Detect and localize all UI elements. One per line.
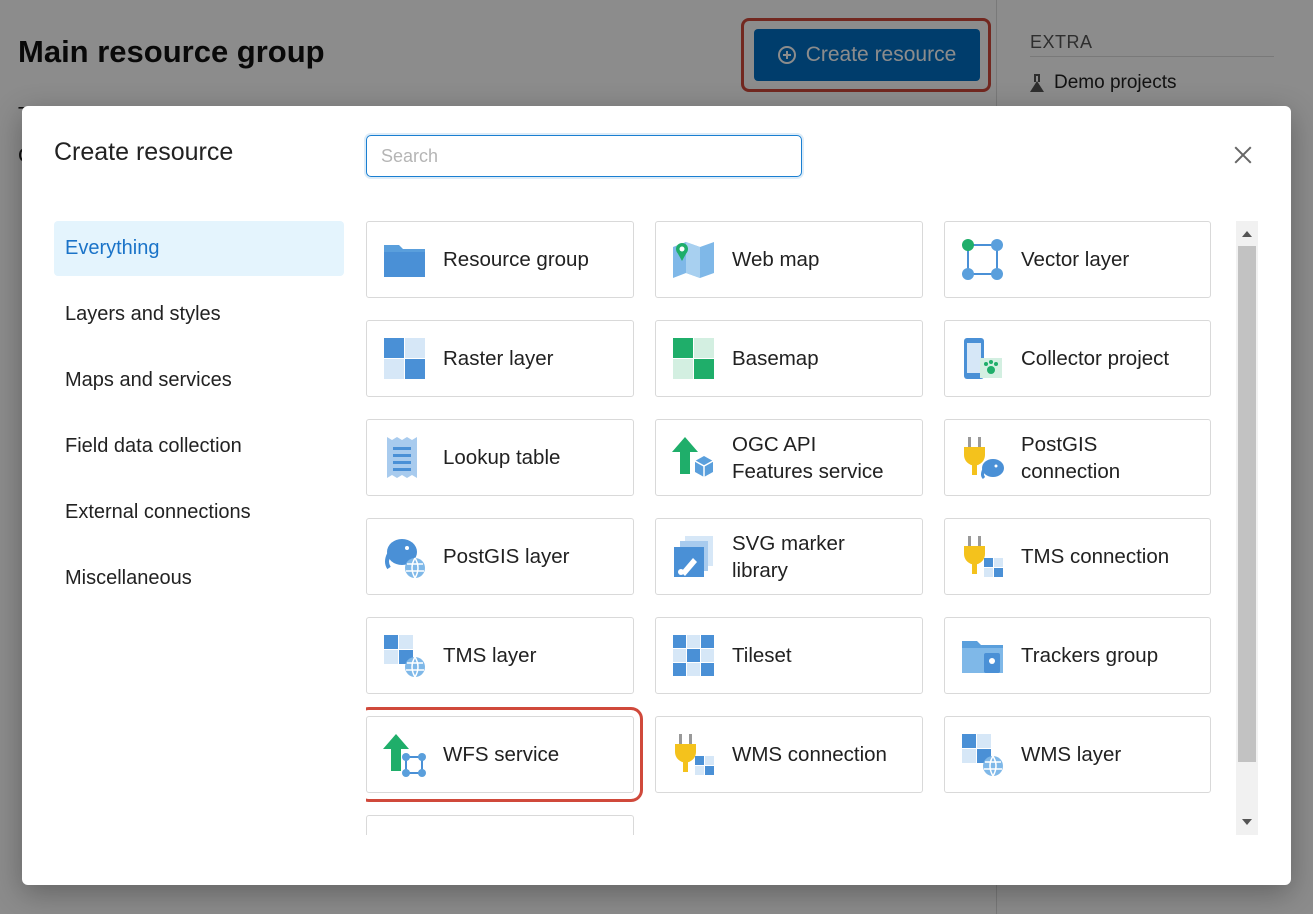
scroll-up-arrow-icon[interactable] <box>1242 231 1252 237</box>
search-input[interactable] <box>366 135 802 177</box>
resource-tile-lookup-table[interactable]: Lookup table <box>366 419 634 496</box>
postgis-connection-icon <box>964 437 1004 480</box>
scroll-down-arrow-icon[interactable] <box>1242 819 1252 825</box>
web-map-icon <box>673 242 714 278</box>
resource-label: OGC API Features service <box>732 432 884 483</box>
resource-label: Collector project <box>1021 347 1170 370</box>
resource-label: PostGIS connection <box>1021 432 1121 483</box>
raster-layer-icon <box>384 338 425 379</box>
resource-tile-wfs-service[interactable]: WFS service <box>366 707 643 802</box>
resource-label: Vector layer <box>1021 248 1130 271</box>
resource-label: TMS layer <box>443 644 537 667</box>
resource-tile-web-map[interactable]: Web map <box>655 221 923 298</box>
resource-grid-viewport: Resource group Web map Vector layer Rast… <box>366 221 1258 835</box>
category-miscellaneous[interactable]: Miscellaneous <box>54 551 344 606</box>
resource-tile-vector-layer[interactable]: Vector layer <box>944 221 1211 298</box>
wfs-service-icon <box>383 734 426 777</box>
category-field-data-collection[interactable]: Field data collection <box>54 419 344 474</box>
resource-grid-scrollbar[interactable] <box>1236 221 1258 835</box>
folder-icon <box>384 245 425 277</box>
resource-label: PostGIS layer <box>443 545 570 568</box>
category-layers-and-styles[interactable]: Layers and styles <box>54 287 344 342</box>
resource-tile-ogc-api-features-service[interactable]: OGC API Features service <box>655 419 923 496</box>
resource-tile-tms-connection[interactable]: TMS connection <box>944 518 1211 595</box>
resource-label: WFS service <box>443 743 560 766</box>
resource-tile-tileset[interactable]: Tileset <box>655 617 923 694</box>
wms-connection-icon <box>675 734 714 775</box>
resource-tile-collector-project[interactable]: Collector project <box>944 320 1211 397</box>
ogc-api-icon <box>672 437 714 477</box>
svg-marker-library-icon <box>674 536 713 577</box>
category-everything[interactable]: Everything <box>54 221 344 276</box>
basemap-icon <box>673 338 714 379</box>
resource-label: SVG marker library <box>732 531 845 582</box>
resource-label: WMS connection <box>732 743 887 766</box>
resource-label: Web map <box>732 248 820 271</box>
tms-layer-icon <box>384 635 425 678</box>
resource-tile-svg-marker-library[interactable]: SVG marker library <box>655 518 923 595</box>
resource-tile-wms-layer[interactable]: WMS layer <box>944 716 1211 793</box>
resource-label: Resource group <box>443 248 589 271</box>
resource-label: Lookup table <box>443 446 561 469</box>
resource-label: TMS connection <box>1021 545 1170 568</box>
collector-project-icon <box>964 338 1002 379</box>
resource-tile-basemap[interactable]: Basemap <box>655 320 923 397</box>
scroll-thumb[interactable] <box>1238 246 1256 762</box>
tms-connection-icon <box>964 536 1003 577</box>
category-external-connections[interactable]: External connections <box>54 485 344 540</box>
resource-tile-postgis-connection[interactable]: PostGIS connection <box>944 419 1211 496</box>
category-maps-and-services[interactable]: Maps and services <box>54 353 344 408</box>
resource-tile-tms-layer[interactable]: TMS layer <box>366 617 634 694</box>
category-list: Everything Layers and styles Maps and se… <box>54 221 344 617</box>
wms-layer-icon <box>962 734 1003 777</box>
postgis-layer-icon <box>385 539 425 579</box>
resource-grid: Resource group Web map Vector layer Rast… <box>366 221 1258 835</box>
resource-tile-wms-connection[interactable]: WMS connection <box>655 716 923 793</box>
resource-tile-trackers-group[interactable]: Trackers group <box>944 617 1211 694</box>
tileset-icon <box>673 635 714 676</box>
trackers-group-icon <box>962 641 1003 673</box>
lookup-table-icon <box>387 437 417 478</box>
dialog-title: Create resource <box>54 138 234 166</box>
resource-label: WMS layer <box>1021 743 1122 766</box>
resource-tile-postgis-layer[interactable]: PostGIS layer <box>366 518 634 595</box>
resource-label: Tileset <box>732 644 792 667</box>
create-resource-dialog: Create resource Everything Layers and st… <box>22 106 1291 885</box>
resource-label: Basemap <box>732 347 819 370</box>
resource-tile-resource-group[interactable]: Resource group <box>366 221 634 298</box>
close-icon[interactable] <box>1231 143 1255 167</box>
resource-tile-raster-layer[interactable]: Raster layer <box>366 320 634 397</box>
resource-tile-partial[interactable] <box>366 815 634 835</box>
resource-label: Raster layer <box>443 347 554 370</box>
resource-label: Trackers group <box>1021 644 1159 667</box>
vector-layer-icon <box>962 239 1003 280</box>
